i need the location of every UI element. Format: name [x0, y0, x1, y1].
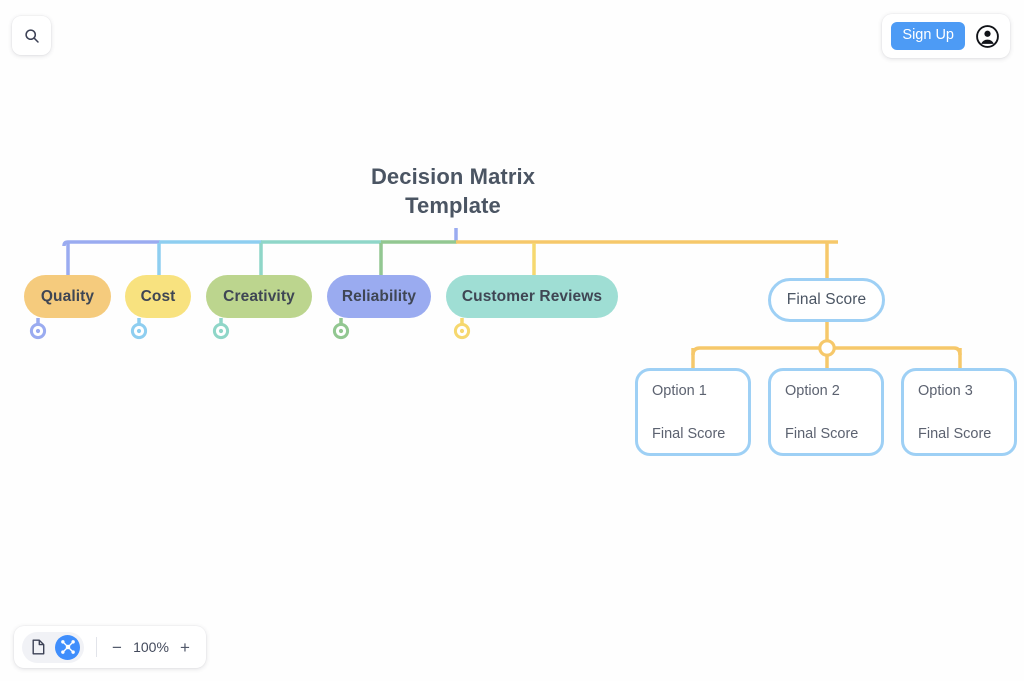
sign-up-button[interactable]: Sign Up — [891, 21, 965, 51]
card-option-1-subtitle: Final Score — [652, 426, 726, 443]
criteria-socket-quality — [29, 318, 47, 340]
criteria-socket-creativity — [212, 318, 230, 340]
zoom-in-button[interactable]: + — [176, 636, 194, 658]
node-reliability-label: Reliability — [341, 287, 417, 305]
node-reliability[interactable]: Reliability — [327, 275, 431, 318]
connector-elbow-right — [838, 242, 842, 246]
card-option-1-title: Option 1 — [652, 383, 707, 399]
card-option-2-subtitle: Final Score — [785, 426, 859, 443]
card-option-3-title: Option 3 — [918, 383, 973, 399]
node-creativity-label: Creativity — [223, 287, 295, 305]
account-bar: Sign Up — [882, 14, 1010, 58]
zoom-out-button[interactable]: − — [108, 636, 126, 658]
document-page-icon — [32, 639, 45, 655]
user-account-icon[interactable] — [975, 24, 1000, 49]
node-cost-label: Cost — [140, 287, 176, 305]
node-quality-label: Quality — [40, 287, 95, 305]
view-mode-group — [22, 631, 84, 663]
card-option-1[interactable]: Option 1 Final Score — [635, 368, 751, 456]
options-hub-ring — [818, 339, 836, 357]
zoom-level-label: 100% — [133, 639, 169, 655]
criteria-socket-cost — [130, 318, 148, 340]
node-customer-reviews-label: Customer Reviews — [461, 287, 603, 305]
page-title: Decision Matrix Template — [330, 162, 576, 220]
mind-map-icon — [60, 640, 75, 654]
user-account-icon-glyph — [976, 24, 999, 48]
zoom-toolbar: − 100% + — [14, 626, 206, 668]
page-title-line-1: Decision Matrix — [370, 164, 536, 189]
toolbar-divider — [96, 637, 97, 657]
connector-elbow-option1 — [691, 346, 701, 356]
mind-map-icon-button[interactable] — [55, 634, 80, 660]
card-option-2[interactable]: Option 2 Final Score — [768, 368, 884, 456]
node-quality[interactable]: Quality — [24, 275, 111, 318]
node-final-score[interactable]: Final Score — [768, 278, 885, 322]
node-creativity[interactable]: Creativity — [206, 275, 312, 318]
page-title-line-2: Template — [405, 193, 501, 219]
diagram-canvas[interactable]: Decision Matrix Template Quality Cost Cr… — [0, 0, 1024, 681]
search-button[interactable] — [12, 16, 51, 55]
search-icon — [24, 28, 39, 43]
node-cost[interactable]: Cost — [125, 275, 191, 318]
node-customer-reviews[interactable]: Customer Reviews — [446, 275, 618, 318]
criteria-socket-reviews — [453, 318, 471, 340]
card-option-3[interactable]: Option 3 Final Score — [901, 368, 1017, 456]
card-option-2-title: Option 2 — [785, 383, 840, 399]
document-page-icon-button[interactable] — [26, 635, 51, 660]
connector-elbow-option3 — [953, 346, 962, 356]
connector-lines — [29, 228, 962, 368]
card-option-3-subtitle: Final Score — [918, 426, 992, 443]
app-root: Decision Matrix Template Quality Cost Cr… — [0, 0, 1024, 681]
node-final-score-label: Final Score — [786, 291, 867, 308]
criteria-socket-reliability — [332, 318, 350, 340]
